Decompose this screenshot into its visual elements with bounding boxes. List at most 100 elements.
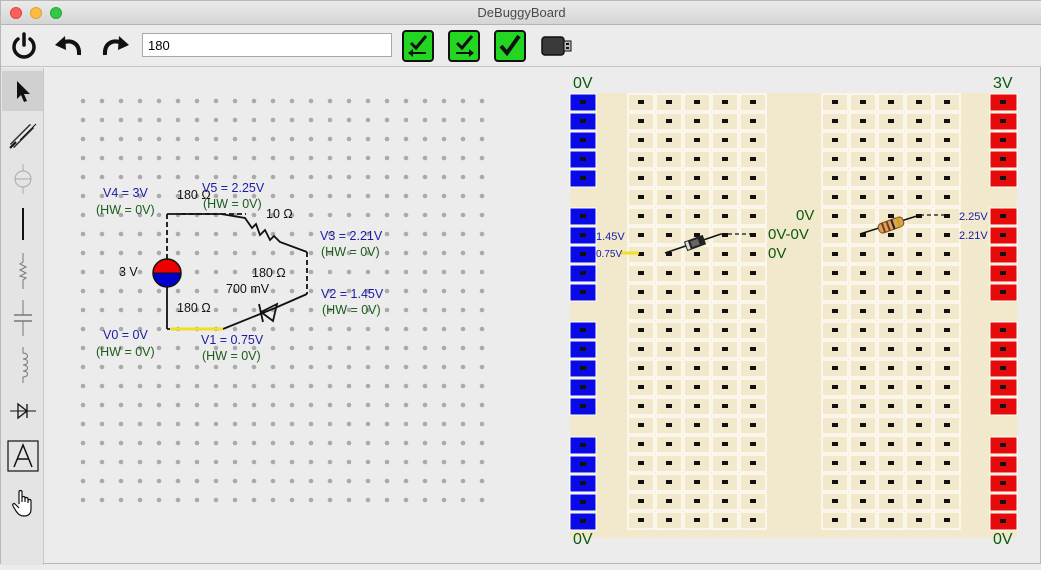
grid-dot[interactable]	[194, 250, 200, 256]
terminal-hole[interactable]	[916, 309, 922, 313]
grid-dot[interactable]	[118, 98, 124, 104]
grid-dot[interactable]	[441, 421, 447, 427]
grid-dot[interactable]	[156, 421, 162, 427]
grid-dot[interactable]	[137, 364, 143, 370]
terminal-hole[interactable]	[888, 461, 894, 465]
grid-dot[interactable]	[308, 478, 314, 484]
grid-dot[interactable]	[422, 212, 428, 218]
grid-dot[interactable]	[460, 250, 466, 256]
terminal-hole[interactable]	[888, 385, 894, 389]
grid-dot[interactable]	[213, 440, 219, 446]
grid-dot[interactable]	[479, 288, 485, 294]
grid-dot[interactable]	[422, 231, 428, 237]
grid-dot[interactable]	[99, 402, 105, 408]
grid-dot[interactable]	[422, 307, 428, 313]
grid-dot[interactable]	[213, 98, 219, 104]
terminal-hole[interactable]	[750, 518, 756, 522]
terminal-hole[interactable]	[722, 480, 728, 484]
grid-dot[interactable]	[308, 250, 314, 256]
grid-dot[interactable]	[441, 212, 447, 218]
grid-dot[interactable]	[289, 269, 295, 275]
terminal-hole[interactable]	[832, 328, 838, 332]
grid-dot[interactable]	[175, 383, 181, 389]
grid-dot[interactable]	[194, 231, 200, 237]
grid-dot[interactable]	[232, 402, 238, 408]
grid-dot[interactable]	[99, 383, 105, 389]
grid-dot[interactable]	[175, 459, 181, 465]
grid-dot[interactable]	[99, 421, 105, 427]
terminal-hole[interactable]	[944, 290, 950, 294]
grid-dot[interactable]	[118, 478, 124, 484]
grid-dot[interactable]	[479, 421, 485, 427]
grid-dot[interactable]	[479, 136, 485, 142]
grid-dot[interactable]	[441, 326, 447, 332]
grid-dot[interactable]	[270, 250, 276, 256]
terminal-hole[interactable]	[694, 404, 700, 408]
grid-dot[interactable]	[308, 326, 314, 332]
terminal-hole[interactable]	[694, 328, 700, 332]
grid-dot[interactable]	[118, 231, 124, 237]
grid-dot[interactable]	[384, 193, 390, 199]
grid-dot[interactable]	[441, 155, 447, 161]
grid-dot[interactable]	[232, 136, 238, 142]
terminal-hole[interactable]	[944, 423, 950, 427]
grid-dot[interactable]	[270, 174, 276, 180]
grid-dot[interactable]	[156, 364, 162, 370]
grid-dot[interactable]	[156, 231, 162, 237]
terminal-hole[interactable]	[944, 157, 950, 161]
grid-dot[interactable]	[327, 136, 333, 142]
terminal-hole[interactable]	[916, 347, 922, 351]
grid-dot[interactable]	[403, 174, 409, 180]
terminal-hole[interactable]	[722, 499, 728, 503]
terminal-hole[interactable]	[888, 309, 894, 313]
terminal-hole[interactable]	[638, 442, 644, 446]
grid-dot[interactable]	[232, 364, 238, 370]
grid-dot[interactable]	[346, 364, 352, 370]
grid-dot[interactable]	[479, 98, 485, 104]
terminal-hole[interactable]	[832, 271, 838, 275]
terminal-hole[interactable]	[944, 252, 950, 256]
grid-dot[interactable]	[270, 383, 276, 389]
terminal-hole[interactable]	[860, 385, 866, 389]
wire-tool[interactable]	[2, 204, 43, 244]
grid-dot[interactable]	[232, 155, 238, 161]
grid-dot[interactable]	[384, 497, 390, 503]
grid-dot[interactable]	[270, 117, 276, 123]
grid-dot[interactable]	[365, 421, 371, 427]
grid-dot[interactable]	[422, 478, 428, 484]
grid-dot[interactable]	[175, 440, 181, 446]
grid-dot[interactable]	[403, 193, 409, 199]
grid-dot[interactable]	[232, 383, 238, 389]
check-button[interactable]	[494, 30, 526, 62]
terminal-hole[interactable]	[694, 518, 700, 522]
grid-dot[interactable]	[80, 193, 86, 199]
terminal-hole[interactable]	[832, 290, 838, 294]
terminal-hole[interactable]	[916, 442, 922, 446]
grid-dot[interactable]	[80, 440, 86, 446]
grid-dot[interactable]	[80, 269, 86, 275]
grid-dot[interactable]	[384, 269, 390, 275]
terminal-hole[interactable]	[638, 423, 644, 427]
grid-dot[interactable]	[156, 307, 162, 313]
voltage-source[interactable]	[152, 258, 182, 288]
terminal-hole[interactable]	[944, 100, 950, 104]
terminal-hole[interactable]	[722, 366, 728, 370]
grid-dot[interactable]	[479, 402, 485, 408]
terminal-hole[interactable]	[888, 480, 894, 484]
terminal-hole[interactable]	[860, 100, 866, 104]
grid-dot[interactable]	[118, 250, 124, 256]
terminal-hole[interactable]	[832, 233, 838, 237]
terminal-hole[interactable]	[722, 119, 728, 123]
terminal-hole[interactable]	[832, 214, 838, 218]
grid-dot[interactable]	[99, 155, 105, 161]
grid-dot[interactable]	[384, 307, 390, 313]
grid-dot[interactable]	[251, 421, 257, 427]
grid-dot[interactable]	[422, 155, 428, 161]
grid-dot[interactable]	[308, 231, 314, 237]
grid-dot[interactable]	[479, 212, 485, 218]
grid-dot[interactable]	[327, 459, 333, 465]
grid-dot[interactable]	[441, 98, 447, 104]
capacitor-tool[interactable]	[2, 298, 43, 338]
terminal-hole[interactable]	[750, 176, 756, 180]
grid-dot[interactable]	[80, 326, 86, 332]
